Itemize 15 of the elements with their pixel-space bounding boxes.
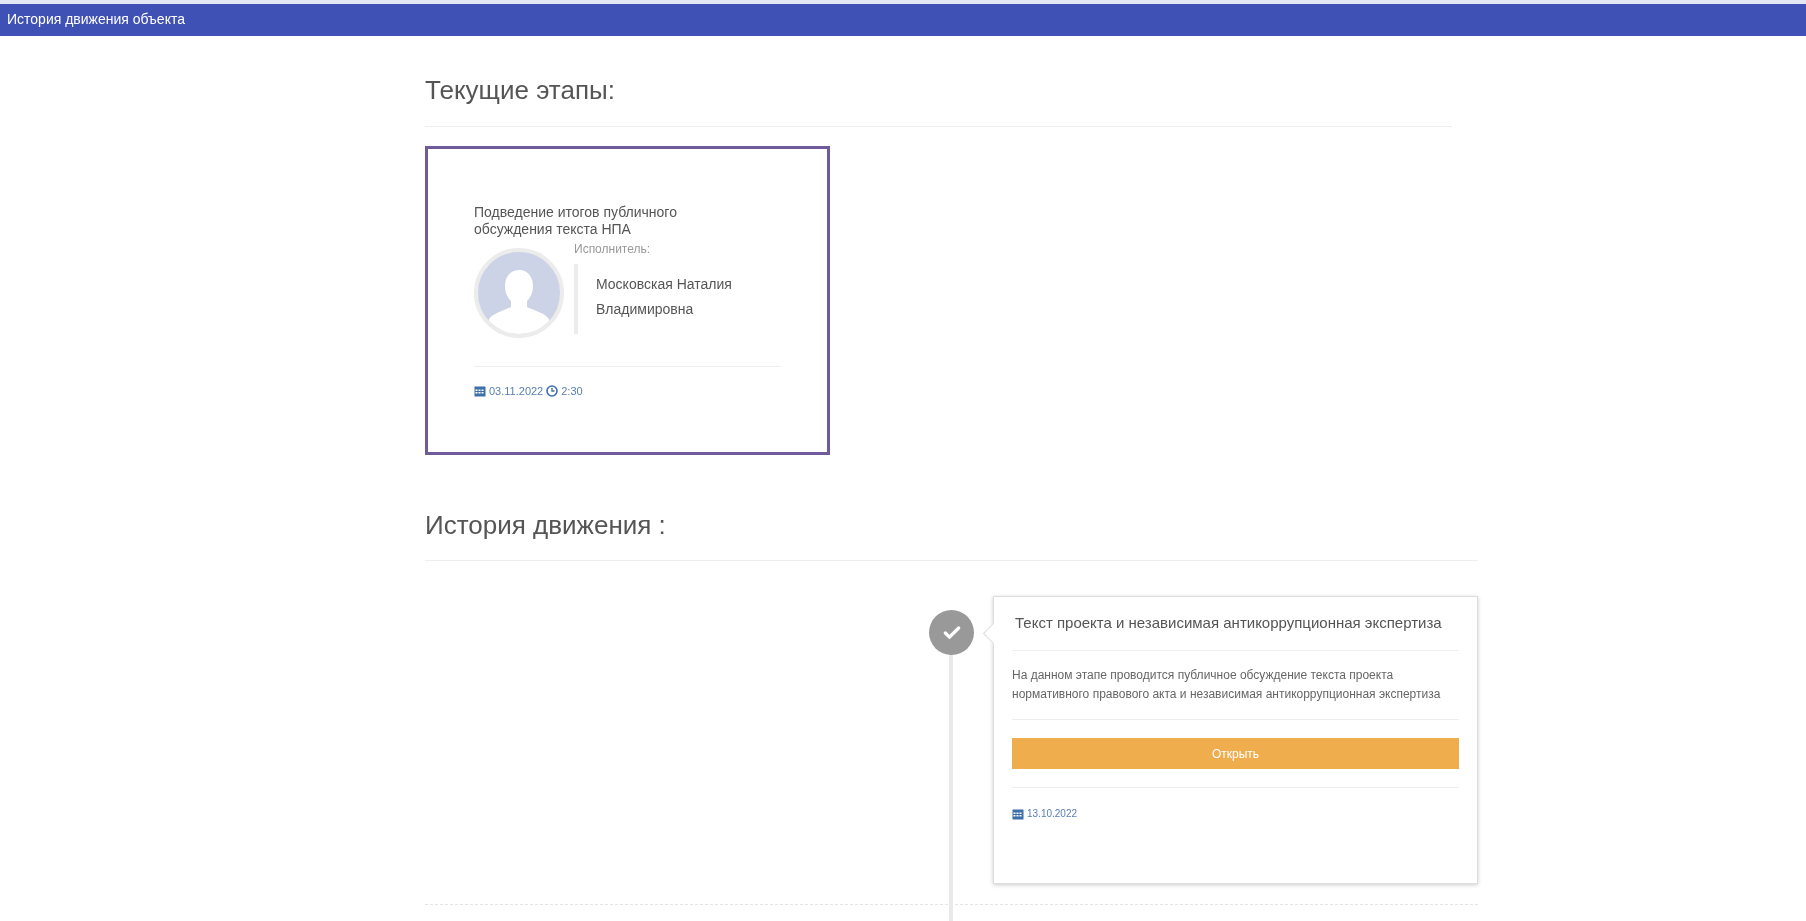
page-title: История движения объекта bbox=[7, 10, 185, 30]
stage-title: Подведение итогов публичного обсуждения текста НПА bbox=[474, 204, 678, 238]
timeline-date: 13.10.2022 bbox=[1027, 807, 1078, 821]
section-heading: Текущие этапы: bbox=[425, 74, 616, 106]
stage-time: 2:30 bbox=[561, 384, 583, 399]
calendar-icon bbox=[1012, 807, 1024, 820]
timeline-title: Текст проекта и независимая антикоррупционная экспертиза bbox=[1012, 597, 1459, 651]
section-heading: История движения : bbox=[425, 509, 667, 541]
timeline-description: На данном этапе проводится публичное обсуждение текста проекта нормативного правового акта и независимая антикоррупционная экспертиза bbox=[1012, 651, 1459, 720]
open-button[interactable]: Открыть bbox=[1012, 738, 1459, 769]
performer-label: Исполнитель: bbox=[574, 241, 652, 258]
calendar-icon bbox=[474, 385, 486, 398]
stage-date: 03.11.2022 bbox=[489, 384, 544, 399]
performer-name: Московская Наталия Владимировна bbox=[596, 275, 733, 319]
clock-icon bbox=[546, 385, 559, 398]
